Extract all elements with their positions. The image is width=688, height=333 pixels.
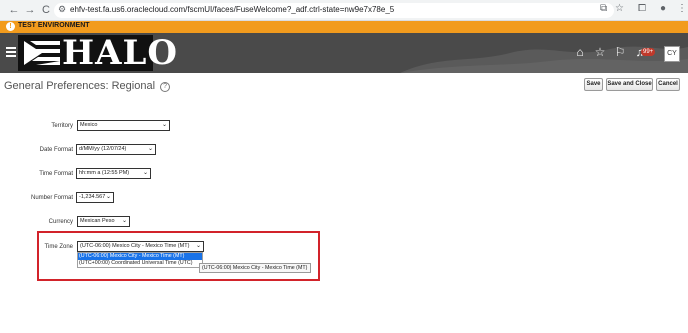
time-zone-option[interactable]: (UTC-06:00) Mexico City - Mexico Time (M…: [78, 253, 202, 260]
time-zone-label: Time Zone: [44, 244, 73, 250]
forward-icon[interactable]: →: [24, 3, 36, 17]
currency-label: Currency: [48, 219, 73, 225]
page-title-text: General Preferences: Regional: [4, 80, 156, 92]
time-format-label: Time Format: [39, 171, 73, 177]
save-and-close-button[interactable]: Save and Close: [606, 78, 653, 91]
chevron-down-icon: ⌄: [161, 122, 167, 128]
date-format-value: d/MM/yy (12/07/24): [79, 146, 127, 152]
environment-banner: ! TEST ENVIRONMENT: [0, 21, 688, 33]
number-format-select[interactable]: -1,234.567 ⌄: [76, 192, 114, 203]
cancel-button[interactable]: Cancel: [656, 78, 680, 91]
site-info-icon[interactable]: ⚙: [58, 4, 66, 15]
chevron-down-icon: ⌄: [195, 243, 201, 249]
time-format-value: hh:mm a (12:55 PM): [79, 170, 130, 176]
star-icon[interactable]: ☆: [593, 45, 607, 59]
hamburger-menu-icon[interactable]: [6, 47, 16, 57]
info-icon: !: [6, 22, 15, 31]
time-zone-value: (UTC-06:00) Mexico City - Mexico Time (M…: [80, 243, 190, 249]
url-text: ehfv-test.fa.us6.oraclecloud.com/fscmUI/…: [70, 5, 395, 14]
page-title: General Preferences: Regional ?: [4, 80, 171, 92]
bookmark-icon[interactable]: ☆: [615, 3, 624, 14]
save-button[interactable]: Save: [584, 78, 603, 91]
currency-value: Mexican Peso: [80, 218, 115, 224]
logo-text: HALO: [62, 33, 179, 73]
help-icon[interactable]: ?: [160, 82, 171, 92]
date-format-label: Date Format: [39, 147, 73, 153]
flag-icon[interactable]: ⚐: [613, 45, 627, 59]
halo-logo[interactable]: HALO: [18, 35, 177, 71]
chevron-down-icon: ⌄: [121, 218, 127, 224]
currency-select[interactable]: Mexican Peso ⌄: [77, 216, 130, 227]
time-zone-select[interactable]: (UTC-06:00) Mexico City - Mexico Time (M…: [77, 241, 204, 252]
back-icon[interactable]: ←: [8, 3, 20, 17]
chevron-down-icon: ⌄: [142, 170, 148, 176]
address-bar[interactable]: ⚙ ehfv-test.fa.us6.oraclecloud.com/fscmU…: [54, 3, 614, 18]
time-zone-option[interactable]: (UTC+00:00) Coordinated Universal Time (…: [78, 260, 202, 267]
user-avatar[interactable]: CY: [664, 46, 680, 62]
chevron-down-icon: ⌄: [105, 194, 111, 200]
reload-icon[interactable]: C: [40, 3, 52, 17]
menu-icon[interactable]: ⋮: [677, 3, 687, 14]
translate-icon[interactable]: ⧉: [600, 3, 607, 14]
chevron-down-icon: ⌄: [147, 146, 153, 152]
time-zone-tooltip: (UTC-06:00) Mexico City - Mexico Time (M…: [199, 263, 311, 273]
browser-toolbar: ← → C ⚙ ehfv-test.fa.us6.oraclecloud.com…: [0, 0, 688, 21]
profile-icon[interactable]: ●: [660, 3, 666, 14]
logo-mark-icon: [22, 39, 62, 67]
number-format-value: -1,234.567: [79, 194, 106, 200]
notification-badge: 99+: [641, 48, 656, 56]
territory-label: Territory: [51, 123, 73, 129]
home-icon[interactable]: ⌂: [573, 45, 587, 59]
date-format-select[interactable]: d/MM/yy (12/07/24) ⌄: [76, 144, 156, 155]
number-format-label: Number Format: [30, 195, 73, 201]
time-zone-dropdown-list: (UTC-06:00) Mexico City - Mexico Time (M…: [77, 252, 203, 268]
time-format-select[interactable]: hh:mm a (12:55 PM) ⌄: [76, 168, 151, 179]
environment-label: TEST ENVIRONMENT: [18, 22, 90, 29]
extensions-icon[interactable]: ⧠: [638, 3, 646, 14]
territory-select[interactable]: Mexico ⌄: [77, 120, 170, 131]
territory-value: Mexico: [80, 122, 98, 128]
